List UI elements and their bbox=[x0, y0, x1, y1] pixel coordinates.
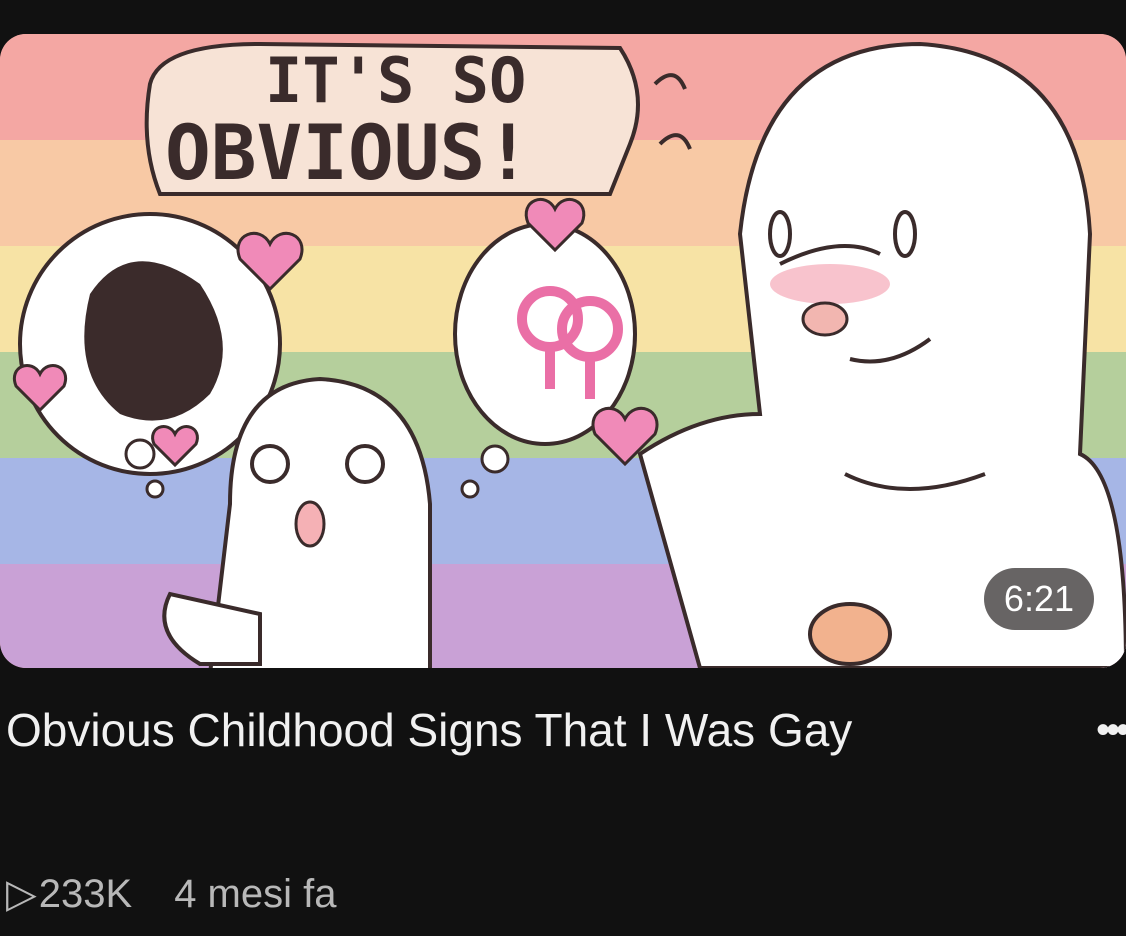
thumbnail-caption-line2: OBVIOUS! bbox=[165, 108, 531, 197]
more-dots-icon: ••• bbox=[1095, 708, 1126, 752]
video-metadata: ▷233K 4 mesi fa bbox=[6, 866, 336, 922]
view-count: 233K bbox=[38, 872, 133, 916]
duration-badge: 6:21 bbox=[983, 568, 1094, 630]
video-card[interactable]: IT'S SO OBVIOUS! 6:21 Obvious Childhood … bbox=[0, 0, 1126, 936]
thumbnail-caption-line1: IT'S SO bbox=[265, 44, 526, 117]
upload-age: 4 mesi fa bbox=[174, 872, 337, 916]
play-outline-icon: ▷ bbox=[6, 872, 37, 916]
more-options-button[interactable]: ••• bbox=[1066, 700, 1126, 760]
video-thumbnail[interactable]: IT'S SO OBVIOUS! 6:21 bbox=[0, 34, 1126, 668]
thumbnail-illustration: IT'S SO OBVIOUS! bbox=[0, 34, 1126, 668]
video-title[interactable]: Obvious Childhood Signs That I Was Gay bbox=[6, 698, 966, 762]
